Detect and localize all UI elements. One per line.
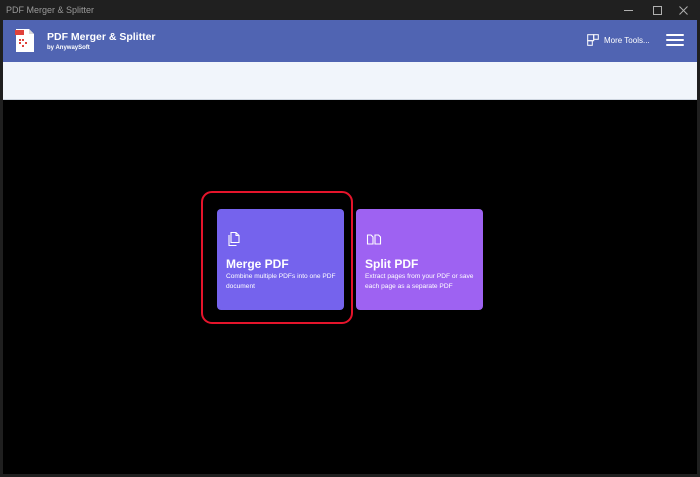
split-pdf-title: Split PDF xyxy=(365,257,419,271)
hamburger-menu-button[interactable] xyxy=(666,32,684,48)
hamburger-menu-icon xyxy=(666,34,684,36)
merge-pdf-card[interactable]: Merge PDF Combine multiple PDFs into one… xyxy=(217,209,344,310)
toolbar-strip xyxy=(3,62,697,99)
window-title-bar: PDF Merger & Splitter xyxy=(0,0,700,20)
hamburger-line xyxy=(666,44,684,46)
divider xyxy=(3,99,697,100)
more-tools-label: More Tools... xyxy=(604,35,650,45)
more-tools-button[interactable]: More Tools... xyxy=(587,32,650,48)
tools-grid-icon xyxy=(587,34,599,46)
window-title: PDF Merger & Splitter xyxy=(6,5,95,15)
merge-pdf-title: Merge PDF xyxy=(226,257,289,271)
split-pdf-icon xyxy=(366,234,382,245)
minimize-icon xyxy=(623,9,633,11)
close-icon xyxy=(678,5,688,15)
hamburger-line xyxy=(666,39,684,41)
app-window: PDF Merger & Splitter by AnywaySoft More… xyxy=(3,20,697,474)
app-header: PDF Merger & Splitter by AnywaySoft More… xyxy=(3,20,697,62)
app-name: PDF Merger & Splitter xyxy=(47,31,156,43)
split-pdf-description: Extract pages from your PDF or save each… xyxy=(365,273,474,290)
app-subtitle: by AnywaySoft xyxy=(47,45,90,51)
maximize-icon xyxy=(652,5,662,15)
merge-pdf-description: Combine multiple PDFs into one PDF docum… xyxy=(226,273,336,290)
split-pdf-card[interactable]: Split PDF Extract pages from your PDF or… xyxy=(356,209,483,310)
close-button[interactable] xyxy=(666,0,700,20)
merge-pdf-icon xyxy=(228,231,240,247)
pdf-app-logo-icon xyxy=(15,29,34,52)
